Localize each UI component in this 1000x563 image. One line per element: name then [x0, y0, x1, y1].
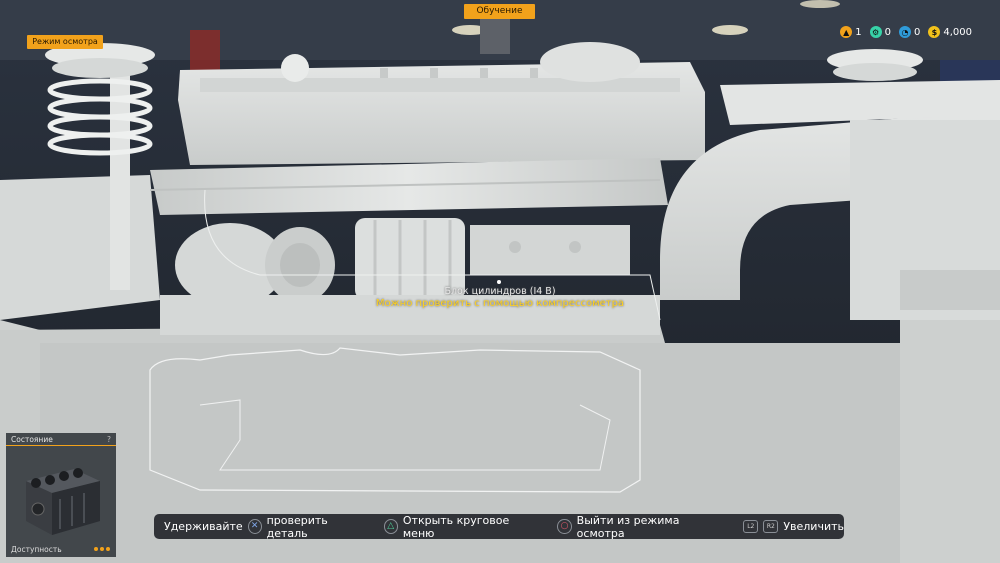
parts-value: 0: [884, 26, 891, 38]
hint-zoom: L2 R2 Увеличить: [743, 520, 844, 533]
availability-label: Доступность: [11, 545, 62, 554]
hint-check-part: Удерживайте ✕ проверить деталь: [164, 514, 364, 540]
cross-button-icon: ✕: [247, 519, 262, 534]
parts-stat: ⚙ 0: [869, 26, 891, 38]
hint-radial-label: Открыть круговое меню: [402, 513, 510, 540]
circle-button-icon: ○: [557, 519, 572, 534]
hint-radial-menu: △ Открыть круговое меню: [383, 513, 538, 540]
crosshair-dot: [497, 280, 501, 284]
availability-dots: [94, 547, 110, 551]
hint-zoom-label: Увеличить: [783, 520, 844, 533]
parts-icon: ⚙: [869, 26, 882, 38]
skill-points-icon: ◔: [898, 26, 911, 38]
money-value: 4,000: [943, 26, 972, 38]
hint-exit-label: Выйти из режима осмотра: [576, 513, 680, 540]
skill-points-stat: ◔ 0: [898, 26, 921, 38]
l2-trigger-icon: L2: [743, 520, 759, 533]
r2-trigger-icon: R2: [763, 520, 779, 533]
status-title: Состояние: [6, 433, 116, 446]
tutorial-tab[interactable]: Обучение: [464, 4, 535, 19]
hint-check-label: проверить деталь: [266, 513, 328, 540]
money-stat: $ 4,000: [928, 26, 972, 38]
hint-hold-label: Удерживайте: [164, 520, 243, 533]
level-value: 1: [855, 26, 862, 38]
skill-points-value: 0: [913, 26, 921, 38]
inspection-mode-badge: Режим осмотра: [27, 35, 103, 49]
engine-block-thumbnail: [26, 468, 100, 535]
part-hint-label: Можно проверить с помощью компрессометра: [375, 298, 625, 309]
help-icon[interactable]: ?: [107, 433, 111, 446]
hint-exit-inspection: ○ Выйти из режима осмотра: [557, 514, 723, 540]
part-status-panel: Состояние ? Доступность: [6, 433, 116, 557]
triangle-button-icon: △: [383, 519, 398, 534]
control-hints-bar: Удерживайте ✕ проверить деталь △ Открыть…: [154, 513, 844, 540]
level-icon: ▲: [840, 26, 853, 38]
level-stat: ▲ 1: [840, 26, 862, 38]
money-icon: $: [928, 26, 941, 38]
part-name-label: Блок цилиндров (I4 B): [444, 286, 556, 297]
player-stats: ▲ 1 ⚙ 0 ◔ 0 $ 4,000: [840, 24, 972, 40]
